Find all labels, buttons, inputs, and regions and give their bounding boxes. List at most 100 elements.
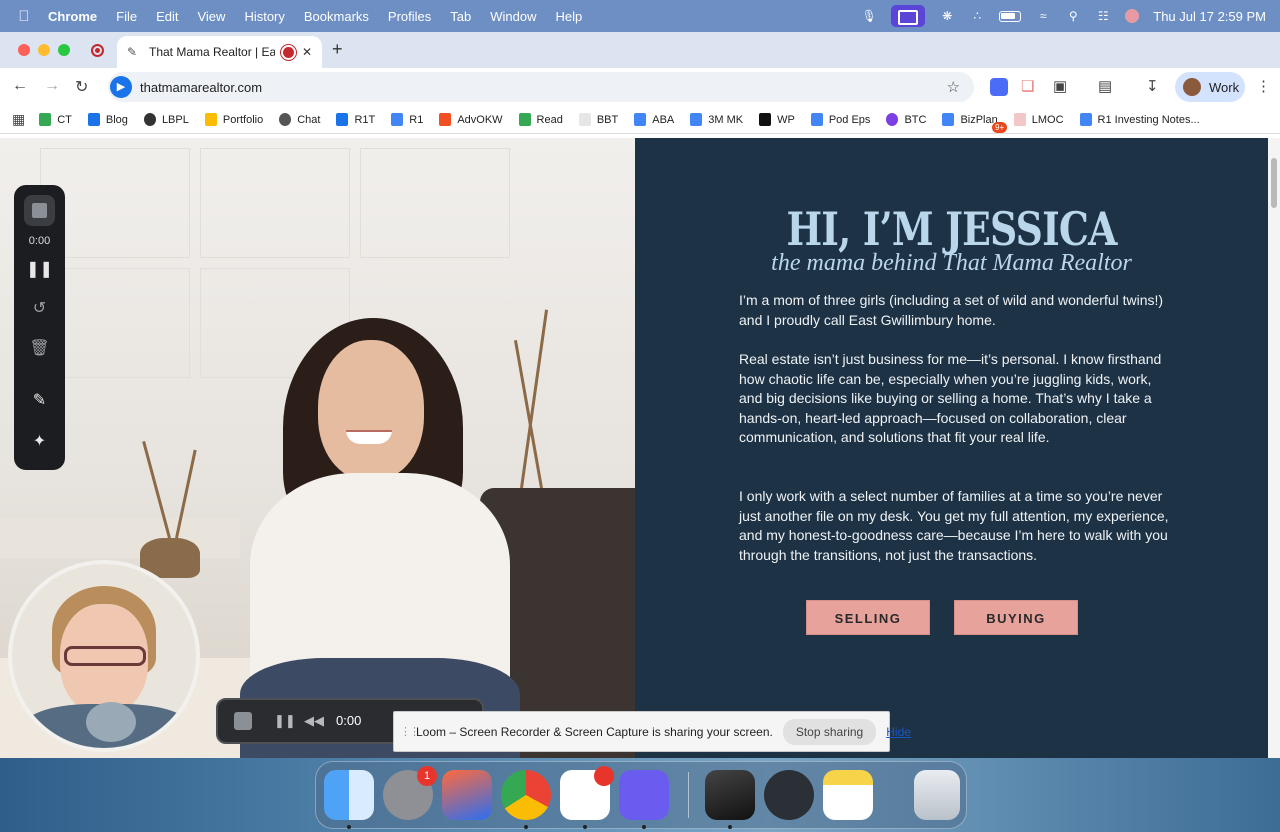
menu-file[interactable]: File xyxy=(116,9,137,24)
bookmark-item[interactable]: Pod Eps xyxy=(810,113,870,126)
bookmark-item[interactable]: BTC xyxy=(886,113,926,126)
bookmark-item[interactable]: LMOC xyxy=(1013,113,1064,126)
scrollbar-thumb[interactable] xyxy=(1271,158,1277,208)
menu-profiles[interactable]: Profiles xyxy=(388,9,431,24)
tab-search-icon[interactable]: ▤ xyxy=(1098,77,1112,95)
bookmark-favicon-icon xyxy=(336,113,349,126)
macos-menu-bar:  Chrome File Edit View History Bookmark… xyxy=(0,0,1280,32)
menu-tab[interactable]: Tab xyxy=(450,9,471,24)
reload-icon[interactable]: ↻ xyxy=(75,77,88,97)
bookmark-item[interactable]: BBT xyxy=(578,113,618,126)
forward-arrow-icon[interactable]: → xyxy=(44,77,60,95)
menu-view[interactable]: View xyxy=(197,9,225,24)
bookmark-item[interactable]: WP xyxy=(759,113,795,126)
menu-bar-clock[interactable]: Thu Jul 17 2:59 PM xyxy=(1153,9,1266,24)
stop-sharing-button[interactable]: Stop sharing xyxy=(782,718,877,745)
toolbar-pause-icon[interactable]: ❚❚ xyxy=(274,713,296,729)
downloads-icon[interactable]: ↧ xyxy=(1146,77,1159,95)
bookmark-item[interactable]: Read xyxy=(518,113,563,126)
restart-icon[interactable]: ↺ xyxy=(14,298,65,318)
asana-menu-icon[interactable]: ∴ xyxy=(969,9,985,23)
bookmark-item[interactable]: ABA xyxy=(634,113,674,126)
bookmark-item[interactable]: R1 xyxy=(391,113,423,126)
bookmark-item[interactable]: Blog xyxy=(87,113,128,126)
menu-window[interactable]: Window xyxy=(490,9,536,24)
sharing-message: Loom – Screen Recorder & Screen Capture … xyxy=(416,724,773,739)
about-paragraph-2: Real estate isn’t just business for me—i… xyxy=(739,351,1162,445)
back-arrow-icon[interactable]: ← xyxy=(12,77,28,95)
chrome-icon[interactable] xyxy=(501,770,551,820)
delete-icon[interactable]: 🗑 xyxy=(14,338,65,358)
menu-app-chrome[interactable]: Chrome xyxy=(48,9,97,24)
wifi-icon[interactable]: ≈ xyxy=(1035,9,1051,23)
perplexity-icon[interactable] xyxy=(619,770,669,820)
address-url[interactable]: thatmamarealtor.com xyxy=(140,80,262,95)
chrome-menu-icon[interactable]: ⋮ xyxy=(1256,77,1271,95)
close-tab-icon[interactable]: ✕ xyxy=(302,45,312,59)
garageband-icon[interactable] xyxy=(705,770,755,820)
bookmark-star-icon[interactable]: ☆ xyxy=(947,78,960,96)
profile-button[interactable]: Work xyxy=(1175,72,1245,102)
notes-icon[interactable] xyxy=(823,770,873,820)
spotlight-search-icon[interactable]: ⚲ xyxy=(1065,9,1081,23)
toolbar-stop-button[interactable] xyxy=(234,712,252,730)
screen-sharing-icon[interactable] xyxy=(891,5,926,27)
toolbar-rewind-icon[interactable]: ◀◀ xyxy=(304,713,324,729)
control-center-icon[interactable]: ☷ xyxy=(1095,9,1111,23)
loom-extension-icon[interactable]: ❏ xyxy=(1021,77,1034,95)
bookmark-item[interactable]: Portfolio xyxy=(204,113,263,126)
asana-notification-badge xyxy=(594,766,614,786)
recording-indicator-icon[interactable] xyxy=(91,44,104,57)
minimize-window-button[interactable] xyxy=(38,44,50,56)
trash-icon[interactable] xyxy=(914,770,960,820)
loom-menu-icon[interactable]: ❋ xyxy=(939,9,955,23)
tab-title: That Mama Realtor | East xyxy=(149,45,275,59)
fullscreen-window-button[interactable] xyxy=(58,44,70,56)
draw-icon[interactable]: ✎ xyxy=(14,390,65,410)
buying-button[interactable]: BUYING xyxy=(954,600,1078,635)
tab-that-mama-realtor[interactable]: ✎ That Mama Realtor | East ✕ xyxy=(117,36,322,68)
running-indicator xyxy=(642,825,646,829)
pause-icon[interactable]: ❚❚ xyxy=(14,259,65,279)
hide-banner-link[interactable]: Hide xyxy=(886,725,911,739)
bookmark-item[interactable]: 3M MK xyxy=(690,113,743,126)
effects-icon[interactable]: ✦ xyxy=(14,431,65,451)
microphone-icon xyxy=(86,702,136,742)
apple-menu-icon[interactable]:  xyxy=(14,8,34,25)
close-window-button[interactable] xyxy=(18,44,30,56)
loom-camera-bubble[interactable] xyxy=(8,560,200,752)
address-bar[interactable]: ▶ thatmamarealtor.com ☆ xyxy=(108,72,974,102)
menu-bookmarks[interactable]: Bookmarks xyxy=(304,9,369,24)
apps-grid-icon[interactable]: ▦ xyxy=(12,111,25,128)
bookmark-item[interactable]: BizPlan xyxy=(942,113,998,126)
menu-history[interactable]: History xyxy=(244,9,284,24)
extension-icon[interactable] xyxy=(990,78,1008,96)
site-info-icon[interactable]: ▶ xyxy=(110,76,132,98)
loom-stop-button[interactable] xyxy=(24,195,55,226)
user-avatar-icon[interactable] xyxy=(1125,9,1140,23)
menu-edit[interactable]: Edit xyxy=(156,9,178,24)
drag-handle-icon[interactable]: ⋮⋮ xyxy=(400,725,420,738)
finder-icon[interactable] xyxy=(324,770,374,820)
bookmark-item[interactable]: LBPL xyxy=(143,113,189,126)
profile-avatar xyxy=(1183,78,1201,96)
bookmark-item[interactable]: AdvOKW xyxy=(439,113,503,126)
bookmark-item[interactable]: R1 Investing Notes... xyxy=(1079,113,1200,126)
about-paragraph-1: I’m a mom of three girls (including a se… xyxy=(739,292,1164,328)
bookmark-item[interactable]: Chat xyxy=(279,113,320,126)
bookmark-item[interactable]: CT xyxy=(39,113,72,126)
new-tab-button[interactable]: + xyxy=(332,39,343,60)
bookmark-favicon-icon xyxy=(634,113,647,126)
bookmark-favicon-icon xyxy=(279,113,292,126)
extensions-puzzle-icon[interactable]: ▣ xyxy=(1053,77,1067,95)
microphone-status-icon[interactable]: 🎙 xyxy=(861,9,877,23)
bookmark-item[interactable]: R1T xyxy=(336,113,375,126)
iphone-mirroring-icon[interactable] xyxy=(442,770,492,820)
battery-icon[interactable] xyxy=(999,10,1022,22)
menu-help[interactable]: Help xyxy=(556,9,583,24)
quicktime-icon[interactable] xyxy=(764,770,814,820)
bookmark-favicon-icon xyxy=(204,113,217,126)
bookmark-favicon-icon xyxy=(391,113,404,126)
page-scrollbar[interactable] xyxy=(1268,138,1280,758)
selling-button[interactable]: SELLING xyxy=(806,600,930,635)
